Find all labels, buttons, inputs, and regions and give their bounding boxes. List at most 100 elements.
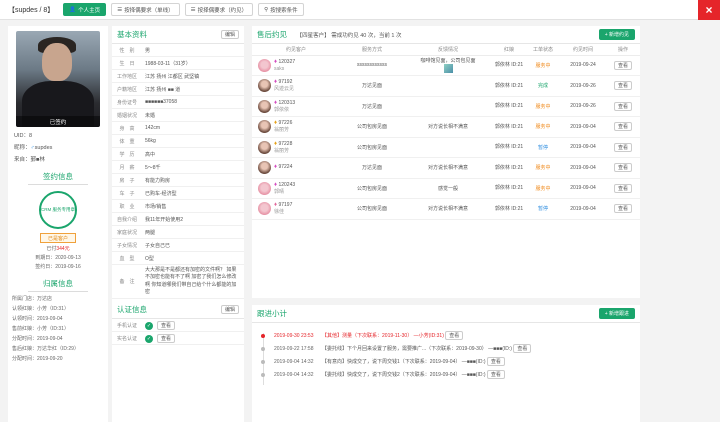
status-badge: 暂停 (537, 206, 548, 213)
source-value: 鄞■林 (30, 157, 45, 163)
status-cell: 服务中 (526, 178, 560, 199)
customer-cell[interactable]: ♦ 120243 郭晴 (252, 178, 340, 199)
action-cell: 查看 (606, 157, 640, 179)
top-toolbar: 【supdes / 8】 👤 个人主页 ☰ 按择偶要求（单线） ☰ 按择偶要求（约见）… (0, 0, 720, 20)
feedback-cell (404, 137, 492, 158)
matchmaker-cell: 郭依林 ID:21 (492, 198, 526, 220)
customer-id: 97197 (278, 202, 293, 209)
basic-info-label: 家庭状况 (116, 229, 137, 236)
diamond-icon: ♦ (274, 79, 278, 86)
basic-info-row: 家庭状况 两腿 (112, 226, 244, 239)
profile-home-button[interactable]: 👤 个人主页 (63, 3, 107, 16)
customer-avatar (258, 202, 271, 216)
basic-info-row: 工作地区 江苏 扬州 江都区 武坚镇 (112, 70, 244, 83)
action-cell: 查看 (606, 137, 640, 158)
basic-info-row: 学 历 高中 (112, 148, 244, 161)
edit-verify-button[interactable]: 编辑 (220, 305, 239, 314)
add-meeting-button[interactable]: + 新增约见 (598, 29, 635, 40)
customer-cell[interactable]: ♦ 97192 风迹云见 (252, 75, 340, 97)
basic-info-title: 基本资料 (117, 30, 147, 39)
search-criteria-button[interactable]: ⚲ 按搜索条件 (258, 3, 304, 16)
followup-content: 【其他】测量（下次联系：2019-11-30） —小芳(ID:31) (322, 333, 444, 339)
status-cell: 服务中 (526, 96, 560, 117)
customer-text: ♦ 97192 风迹云见 (274, 79, 294, 92)
followup-date: 2019-09-30 23:53 (274, 332, 314, 339)
status-cell: 暂停 (526, 198, 560, 220)
customer-cell[interactable]: ♦ 120327 saks (252, 55, 340, 76)
customer-cell[interactable]: ♦ 97197 徐佳 (252, 198, 340, 220)
paid-amount: 344元 (56, 246, 70, 252)
col-actions: 操作 (606, 44, 640, 56)
diamond-icon: ♦ (274, 99, 278, 106)
basic-info-row: 体 重 56kg (112, 135, 244, 148)
view-button[interactable]: 查看 (157, 320, 176, 330)
action-cell: 查看 (606, 75, 640, 97)
view-button[interactable]: 查看 (613, 204, 632, 214)
basic-info-label: 车 子 (119, 190, 135, 197)
view-button[interactable]: 查看 (613, 142, 632, 152)
match-single-button[interactable]: ☰ 按择偶要求（单线） (111, 3, 180, 16)
view-button[interactable]: 查看 (613, 81, 632, 91)
customer-cell[interactable]: ♦ 97228 翁丽芳 (252, 137, 340, 158)
view-button[interactable]: 查看 (613, 122, 632, 132)
basic-info-value: 我11年开始使用2 (145, 216, 183, 223)
basic-info-value: 5～8千 (145, 164, 161, 171)
basic-info-header: 基本资料 编辑 (112, 26, 244, 44)
view-button[interactable]: 查看 (486, 370, 505, 379)
feedback-text: 感觉一般 (437, 185, 458, 192)
customer-text: ♦ 120327 saks (274, 59, 295, 72)
verify-row: 实名认证 ✓ 查看 (112, 332, 244, 345)
customer-info: ♦ 97224 (252, 161, 340, 175)
customer-text: ♦ 97224 (274, 164, 292, 171)
customer-name: 徐佳 (274, 209, 285, 216)
customer-id: 97192 (278, 79, 293, 86)
col-matchmaker: 红娘 (492, 44, 526, 56)
customer-avatar (258, 120, 271, 134)
basic-info-value: 已购车-经济型 (145, 190, 177, 197)
followup-text: 【其他】测量（下次联系：2019-11-30） —小芳(ID:31) 查看 (322, 331, 464, 340)
customer-id: 97224 (278, 164, 293, 171)
basic-info-label: 生 日 (119, 60, 135, 67)
uid-text: UID：8 (14, 133, 33, 139)
customer-cell[interactable]: ♦ 97226 翁丽芳 (252, 116, 340, 138)
view-button[interactable]: 查看 (613, 60, 632, 70)
feedback-text: 对方说长相不满意 (427, 124, 468, 131)
customer-id: 97228 (278, 140, 293, 147)
basic-info-label: 户籍地区 (116, 86, 137, 93)
add-followup-button[interactable]: + 新增跟进 (598, 308, 635, 319)
customer-cell[interactable]: ♦ 97224 (252, 157, 340, 179)
feedback-cell: 对方说长相不满意 (404, 157, 492, 179)
basic-info-label: 身份证号 (116, 99, 137, 106)
basic-info-value: 142cm (145, 125, 161, 131)
search-criteria-label: 按搜索条件 (270, 7, 298, 14)
view-button[interactable]: 查看 (513, 344, 532, 353)
status-cell: 服务中 (526, 116, 560, 138)
match-meet-button[interactable]: ☰ 按择偶要求（约见） (184, 3, 254, 16)
basic-info-value: 56kg (145, 138, 156, 144)
followup-row: 2019-09-04 14:32 【有意向】快成交了，说下周交钱1（下次联系：20… (252, 355, 640, 368)
view-button[interactable]: 查看 (445, 331, 464, 340)
view-button[interactable]: 查看 (486, 357, 505, 366)
customer-cell[interactable]: ♦ 120313 郭依依 (252, 96, 340, 117)
edit-basic-button[interactable]: 编辑 (220, 30, 239, 39)
nickname-label: 昵称： (14, 145, 31, 151)
date-cell: 2019-09-04 (560, 178, 606, 199)
method-cell: 公司包房见面 (340, 137, 404, 158)
close-button[interactable]: × (698, 0, 720, 20)
customer-info: ♦ 97226 翁丽芳 (252, 120, 340, 133)
owner-presale-time: 分配时间：2019-09-04 (12, 336, 63, 342)
page-title: 【supdes / 8】 (8, 6, 55, 14)
feedback-cell: 感觉一般 (404, 178, 492, 199)
view-button[interactable]: 查看 (613, 183, 632, 193)
meetings-title-group: 售后约见 【四星客户】 需成功约见 40 次，当前 1 次 (257, 29, 402, 40)
table-row: ♦ 97228 翁丽芳 公司包房见面 郭依林 ID:21 暂停 2019-09-04 查看 (252, 137, 640, 158)
view-button[interactable]: 查看 (157, 333, 176, 343)
view-button[interactable]: 查看 (613, 101, 632, 111)
verify-row: 手机认证 ✓ 查看 (112, 319, 244, 332)
customer-text: ♦ 97197 徐佳 (274, 202, 292, 215)
basic-info-row: 血 型 O型 (112, 252, 244, 265)
basic-info-value: 有能力购房 (145, 177, 171, 184)
customer-info: ♦ 120313 郭依依 (252, 100, 340, 113)
match-single-label: 按择偶要求（单线） (124, 7, 174, 14)
view-button[interactable]: 查看 (613, 163, 632, 173)
